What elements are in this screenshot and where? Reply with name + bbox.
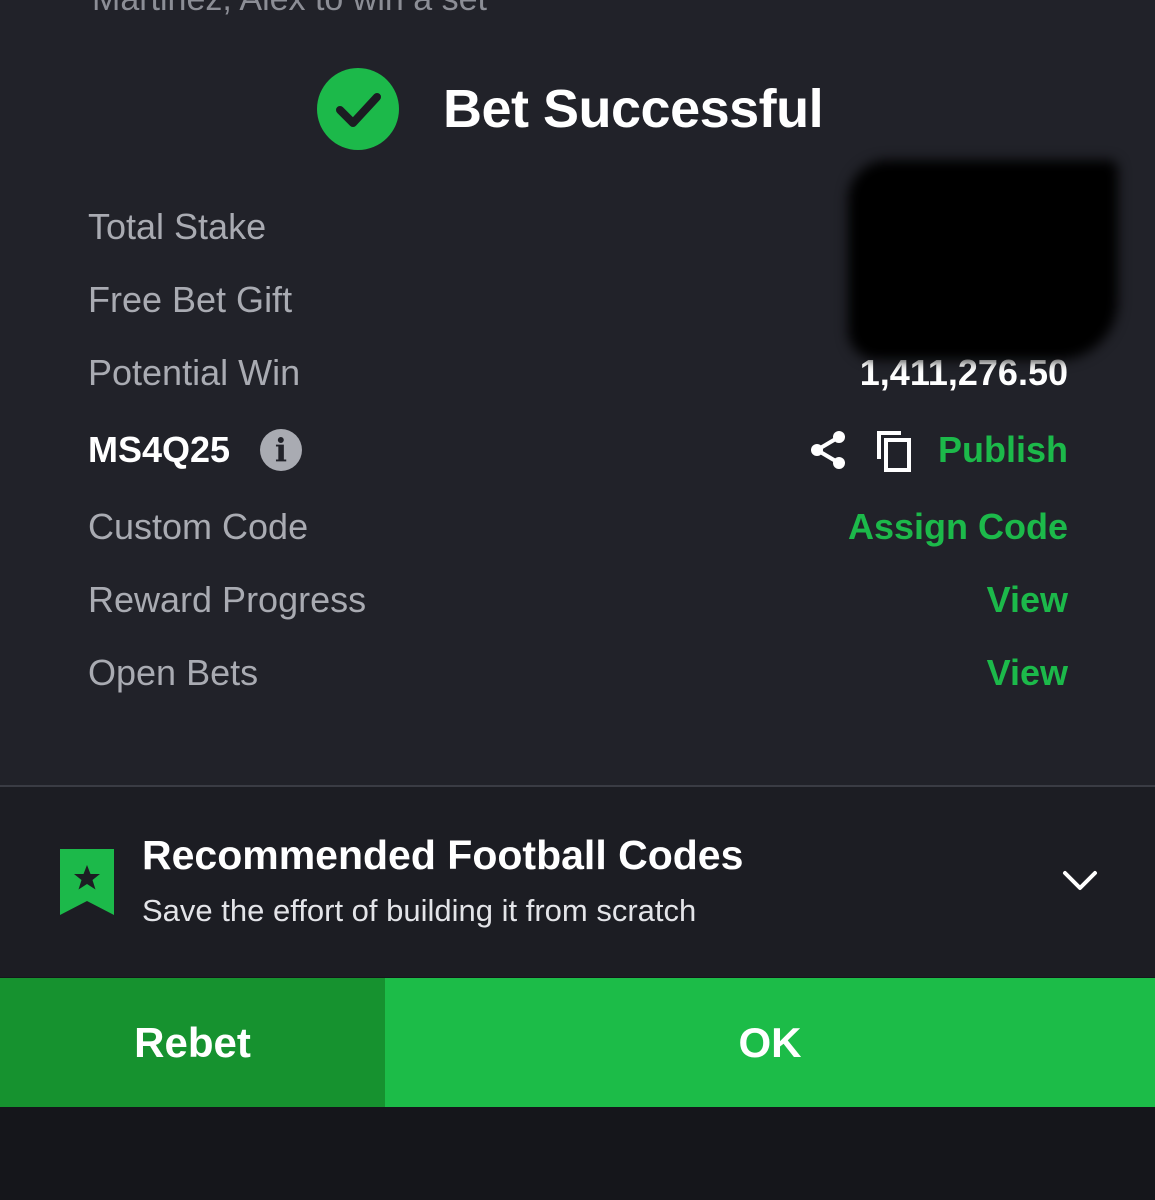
bookmark-star-icon	[60, 849, 114, 920]
bet-success-screen: Martinez, Alex to win a set Bet Successf…	[0, 0, 1155, 1200]
custom-code-row: Custom Code Assign Code	[88, 502, 1068, 552]
assign-code-button[interactable]: Assign Code	[848, 502, 1068, 552]
rebet-button[interactable]: Rebet	[0, 978, 385, 1107]
reward-progress-label: Reward Progress	[88, 579, 367, 620]
custom-code-label: Custom Code	[88, 506, 309, 547]
booking-code-row: MS4Q25 i Publish	[88, 425, 1068, 475]
recommended-codes-section[interactable]: Recommended Football Codes Save the effo…	[0, 787, 1155, 977]
chevron-down-icon[interactable]	[1062, 869, 1098, 898]
copy-icon[interactable]	[875, 429, 913, 478]
share-icon[interactable]	[808, 429, 848, 476]
redaction-mark	[848, 160, 1118, 360]
ok-button[interactable]: OK	[385, 978, 1155, 1107]
reward-progress-view-link[interactable]: View	[987, 575, 1068, 625]
selection-text-cut: Martinez, Alex to win a set	[92, 0, 487, 19]
recommended-title: Recommended Football Codes	[142, 832, 744, 878]
check-circle-icon	[317, 68, 399, 150]
page-title: Bet Successful	[443, 79, 824, 139]
recommended-subtitle: Save the effort of building it from scra…	[142, 893, 697, 928]
open-bets-view-link[interactable]: View	[987, 648, 1068, 698]
publish-button[interactable]: Publish	[938, 425, 1068, 475]
bet-summary-panel: Martinez, Alex to win a set Bet Successf…	[0, 0, 1155, 785]
total-stake-label: Total Stake	[88, 206, 267, 247]
potential-win-label: Potential Win	[88, 352, 301, 393]
success-header: Bet Successful	[0, 68, 1155, 152]
open-bets-label: Open Bets	[88, 652, 259, 693]
free-bet-gift-label: Free Bet Gift	[88, 279, 293, 320]
info-icon[interactable]: i	[260, 429, 302, 471]
open-bets-row: Open Bets View	[88, 648, 1068, 698]
booking-code[interactable]: MS4Q25	[88, 425, 230, 475]
reward-progress-row: Reward Progress View	[88, 575, 1068, 625]
